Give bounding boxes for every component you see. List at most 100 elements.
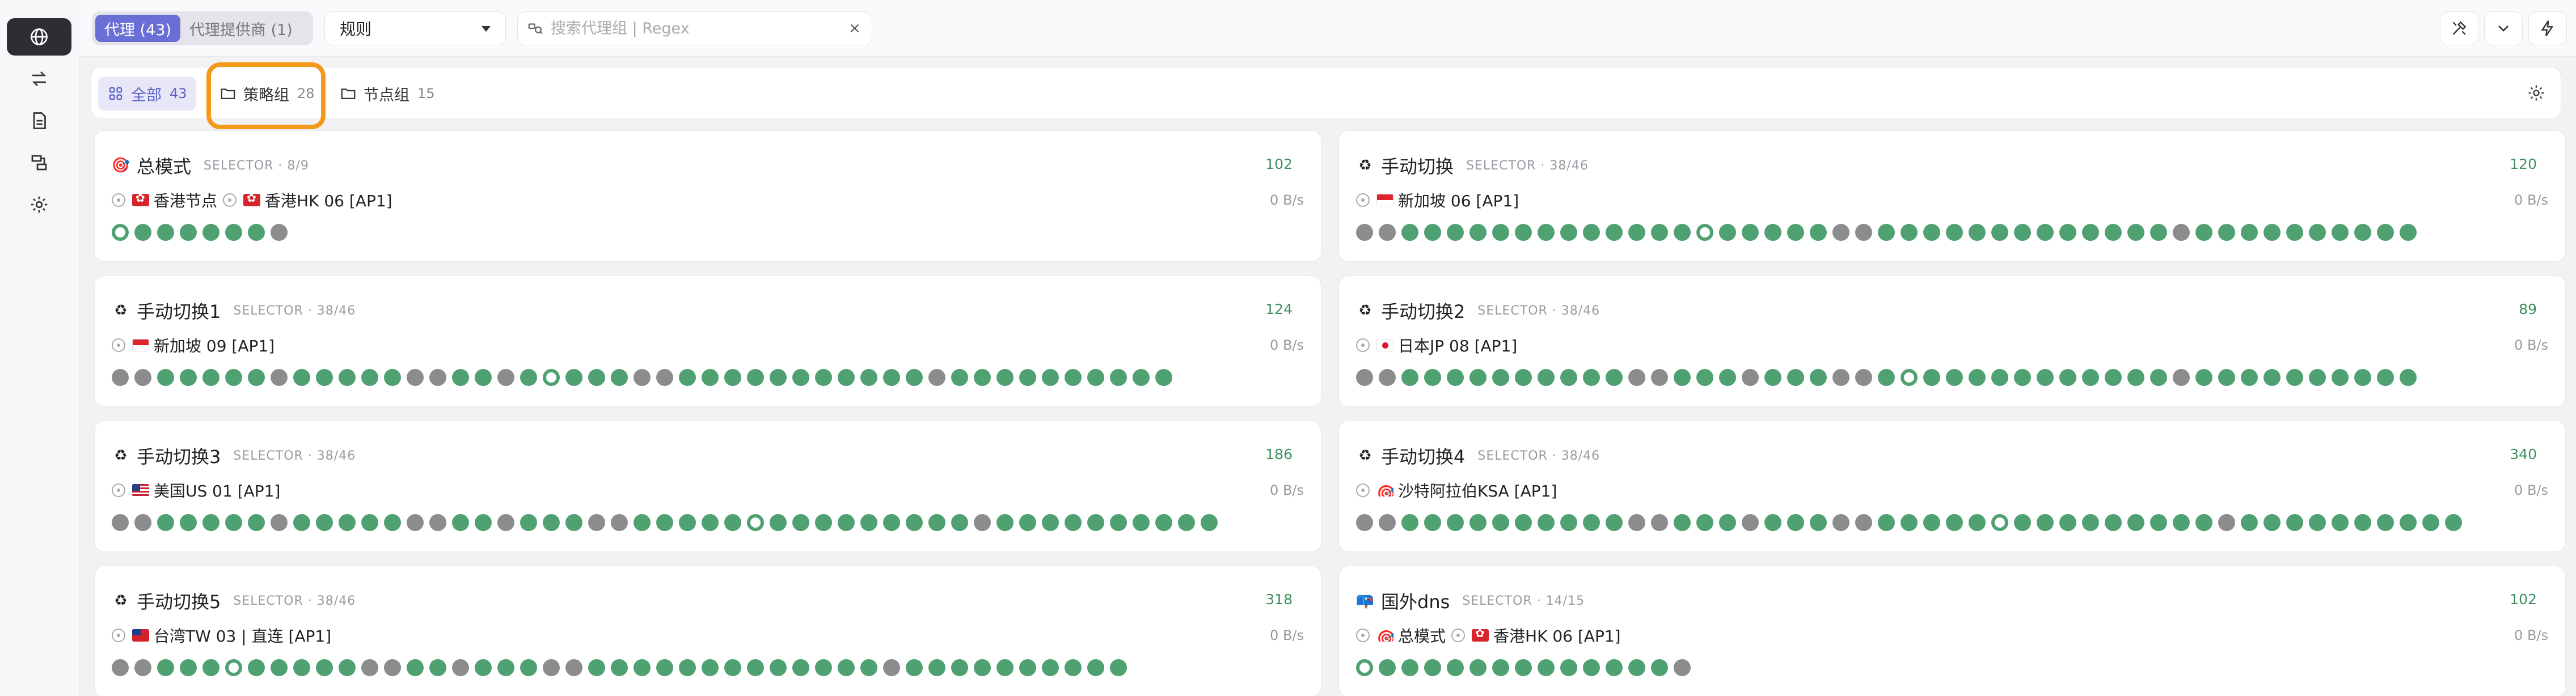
node-ok-dot[interactable]: [2059, 514, 2076, 531]
selected-node-dot[interactable]: [225, 659, 242, 676]
node-down-dot[interactable]: [1628, 514, 1645, 531]
node-down-dot[interactable]: [429, 369, 446, 386]
node-ok-dot[interactable]: [180, 514, 197, 531]
node-ok-dot[interactable]: [157, 224, 174, 241]
node-ok-dot[interactable]: [180, 369, 197, 386]
node-ok-dot[interactable]: [883, 369, 900, 386]
node-ok-dot[interactable]: [1065, 514, 1082, 531]
node-ok-dot[interactable]: [1424, 514, 1441, 531]
node-ok-dot[interactable]: [928, 659, 945, 676]
node-ok-dot[interactable]: [1019, 369, 1036, 386]
node-ok-dot[interactable]: [1810, 224, 1827, 241]
node-ok-dot[interactable]: [248, 224, 265, 241]
latency-badge[interactable]: 340: [2510, 446, 2537, 462]
node-ok-dot[interactable]: [157, 659, 174, 676]
selected-node-dot[interactable]: [1901, 369, 1918, 386]
node-ok-dot[interactable]: [951, 369, 968, 386]
node-ok-dot[interactable]: [1424, 659, 1441, 676]
node-ok-dot[interactable]: [838, 659, 855, 676]
node-ok-dot[interactable]: [1923, 514, 1940, 531]
node-ok-dot[interactable]: [2332, 514, 2349, 531]
node-ok-dot[interactable]: [2377, 514, 2394, 531]
node-ok-dot[interactable]: [974, 659, 991, 676]
node-ok-dot[interactable]: [747, 659, 764, 676]
node-ok-dot[interactable]: [157, 369, 174, 386]
node-ok-dot[interactable]: [2105, 369, 2122, 386]
node-ok-dot[interactable]: [1469, 659, 1487, 676]
node-ok-dot[interactable]: [792, 659, 809, 676]
node-ok-dot[interactable]: [407, 659, 424, 676]
node-ok-dot[interactable]: [2082, 514, 2099, 531]
node-down-dot[interactable]: [588, 514, 605, 531]
node-ok-dot[interactable]: [2309, 369, 2326, 386]
proxy-group-card[interactable]: ♻ 手动切换2 SELECTOR · 38/46 89 日本JP 08 [AP1…: [1338, 275, 2566, 407]
node-ok-dot[interactable]: [520, 369, 537, 386]
node-ok-dot[interactable]: [1901, 514, 1918, 531]
node-down-dot[interactable]: [1651, 369, 1668, 386]
node-down-dot[interactable]: [271, 224, 288, 241]
node-ok-dot[interactable]: [951, 659, 968, 676]
node-down-dot[interactable]: [112, 514, 129, 531]
node-ok-dot[interactable]: [1560, 224, 1577, 241]
node-ok-dot[interactable]: [2059, 224, 2076, 241]
node-ok-dot[interactable]: [316, 369, 333, 386]
node-ok-dot[interactable]: [293, 514, 310, 531]
node-ok-dot[interactable]: [2150, 369, 2167, 386]
node-ok-dot[interactable]: [1719, 224, 1736, 241]
node-ok-dot[interactable]: [1155, 369, 1172, 386]
node-ok-dot[interactable]: [838, 514, 855, 531]
node-down-dot[interactable]: [974, 514, 991, 531]
node-ok-dot[interactable]: [2150, 514, 2167, 531]
node-ok-dot[interactable]: [293, 659, 310, 676]
node-ok-dot[interactable]: [2445, 514, 2462, 531]
node-ok-dot[interactable]: [1401, 224, 1418, 241]
node-ok-dot[interactable]: [475, 514, 492, 531]
selected-node-dot[interactable]: [112, 224, 129, 241]
node-ok-dot[interactable]: [1606, 224, 1623, 241]
node-ok-dot[interactable]: [565, 514, 582, 531]
latency-badge[interactable]: 186: [1265, 446, 1293, 462]
node-ok-dot[interactable]: [1560, 514, 1577, 531]
node-ok-dot[interactable]: [2082, 224, 2099, 241]
node-ok-dot[interactable]: [1087, 369, 1104, 386]
node-ok-dot[interactable]: [792, 514, 809, 531]
node-ok-dot[interactable]: [1469, 369, 1487, 386]
node-ok-dot[interactable]: [2218, 369, 2235, 386]
node-ok-dot[interactable]: [1538, 514, 1555, 531]
node-ok-dot[interactable]: [2037, 514, 2054, 531]
node-ok-dot[interactable]: [2354, 224, 2371, 241]
node-ok-dot[interactable]: [1878, 369, 1895, 386]
node-ok-dot[interactable]: [1110, 514, 1127, 531]
node-ok-dot[interactable]: [293, 369, 310, 386]
node-ok-dot[interactable]: [1155, 514, 1172, 531]
node-ok-dot[interactable]: [860, 369, 877, 386]
node-ok-dot[interactable]: [883, 514, 900, 531]
filter-node-group-button[interactable]: 节点组 15: [331, 77, 444, 111]
node-down-dot[interactable]: [361, 659, 378, 676]
node-ok-dot[interactable]: [2059, 369, 2076, 386]
node-down-dot[interactable]: [656, 369, 673, 386]
node-ok-dot[interactable]: [1019, 659, 1036, 676]
node-ok-dot[interactable]: [1379, 659, 1396, 676]
node-ok-dot[interactable]: [588, 369, 605, 386]
mode-select[interactable]: 规则: [324, 11, 506, 45]
node-ok-dot[interactable]: [520, 514, 537, 531]
filter-all-button[interactable]: 全部 43: [98, 77, 196, 111]
node-ok-dot[interactable]: [2377, 369, 2394, 386]
node-ok-dot[interactable]: [475, 659, 492, 676]
node-ok-dot[interactable]: [1447, 514, 1464, 531]
node-down-dot[interactable]: [134, 369, 151, 386]
collapse-button[interactable]: [2484, 11, 2523, 45]
node-down-dot[interactable]: [1742, 369, 1759, 386]
node-ok-dot[interactable]: [2218, 224, 2235, 241]
node-ok-dot[interactable]: [1969, 224, 1986, 241]
node-ok-dot[interactable]: [1424, 369, 1441, 386]
node-ok-dot[interactable]: [1764, 514, 1781, 531]
node-down-dot[interactable]: [134, 514, 151, 531]
node-down-dot[interactable]: [1855, 224, 1872, 241]
node-ok-dot[interactable]: [996, 659, 1013, 676]
node-ok-dot[interactable]: [1606, 369, 1623, 386]
node-ok-dot[interactable]: [2082, 369, 2099, 386]
node-down-dot[interactable]: [134, 659, 151, 676]
node-ok-dot[interactable]: [1991, 224, 2008, 241]
